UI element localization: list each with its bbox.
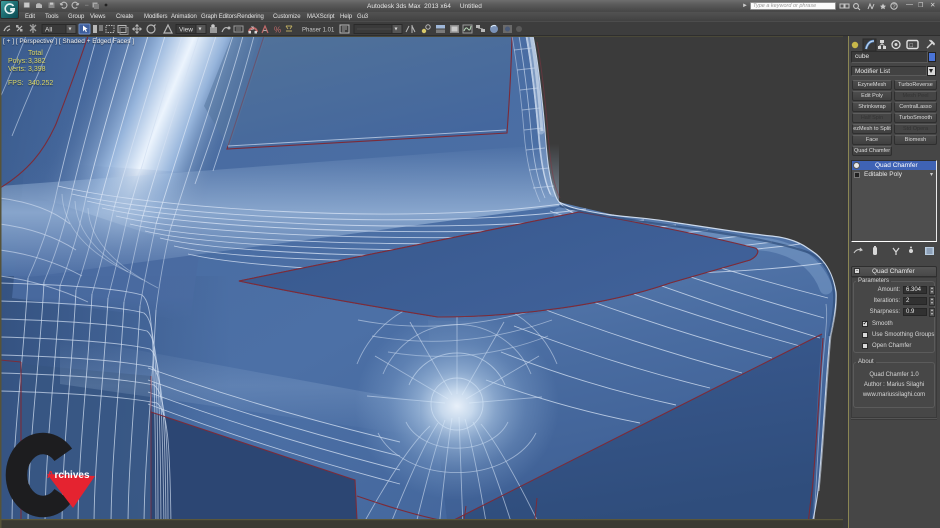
svg-text:%: %	[274, 26, 281, 35]
svg-text:Phaser 1.01: Phaser 1.01	[302, 28, 335, 34]
svg-text:□: □	[910, 43, 914, 49]
svg-text:?: ?	[892, 4, 896, 10]
svg-text:View: View	[179, 27, 193, 34]
svg-text:All: All	[45, 27, 53, 34]
svg-text:rchives: rchives	[55, 470, 90, 481]
svg-text:A: A	[47, 470, 54, 481]
svg-text:3: 3	[251, 26, 254, 32]
